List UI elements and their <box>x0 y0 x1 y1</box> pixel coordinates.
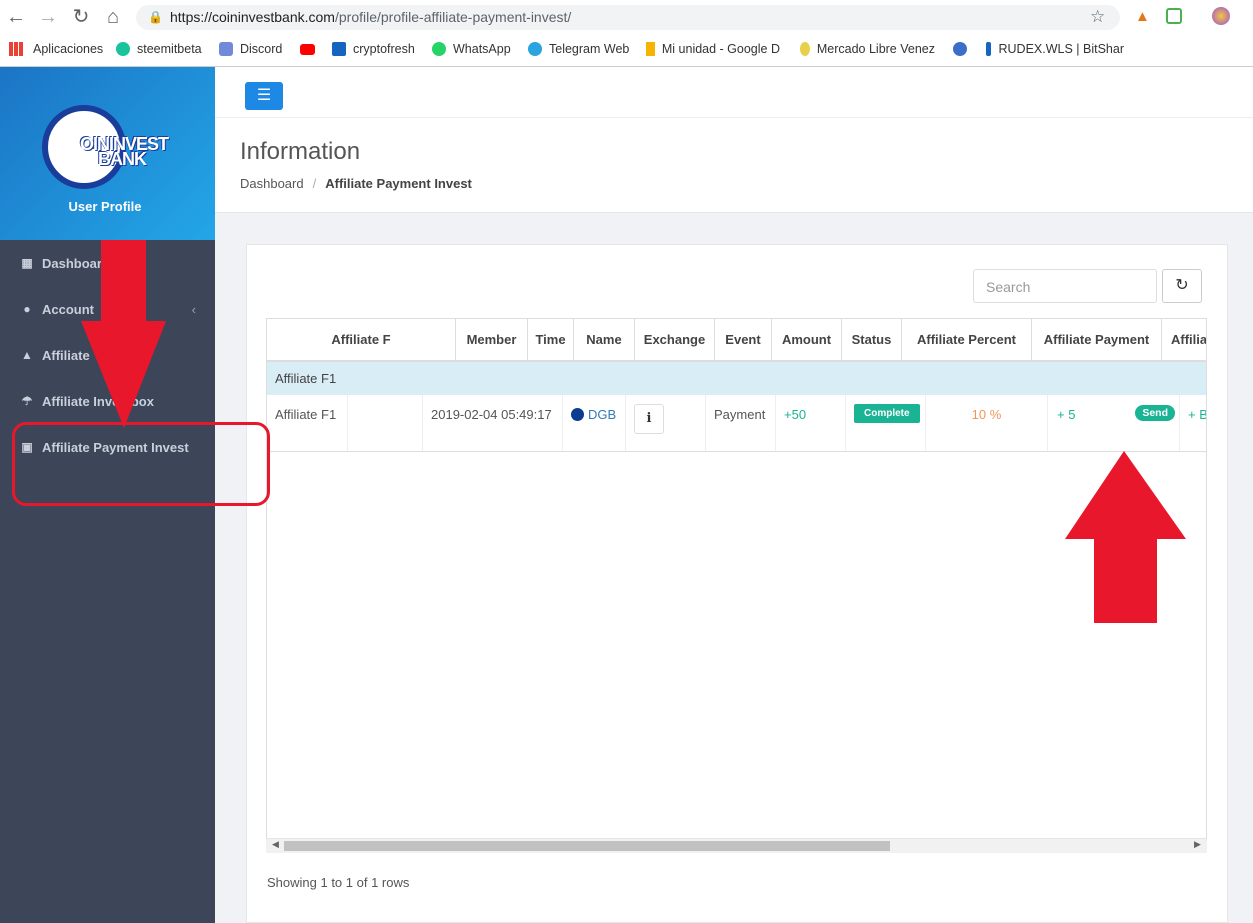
annotation-arrow-down <box>81 240 166 428</box>
annotation-overlay <box>81 240 1186 623</box>
annotation-arrow-up <box>1065 451 1186 623</box>
